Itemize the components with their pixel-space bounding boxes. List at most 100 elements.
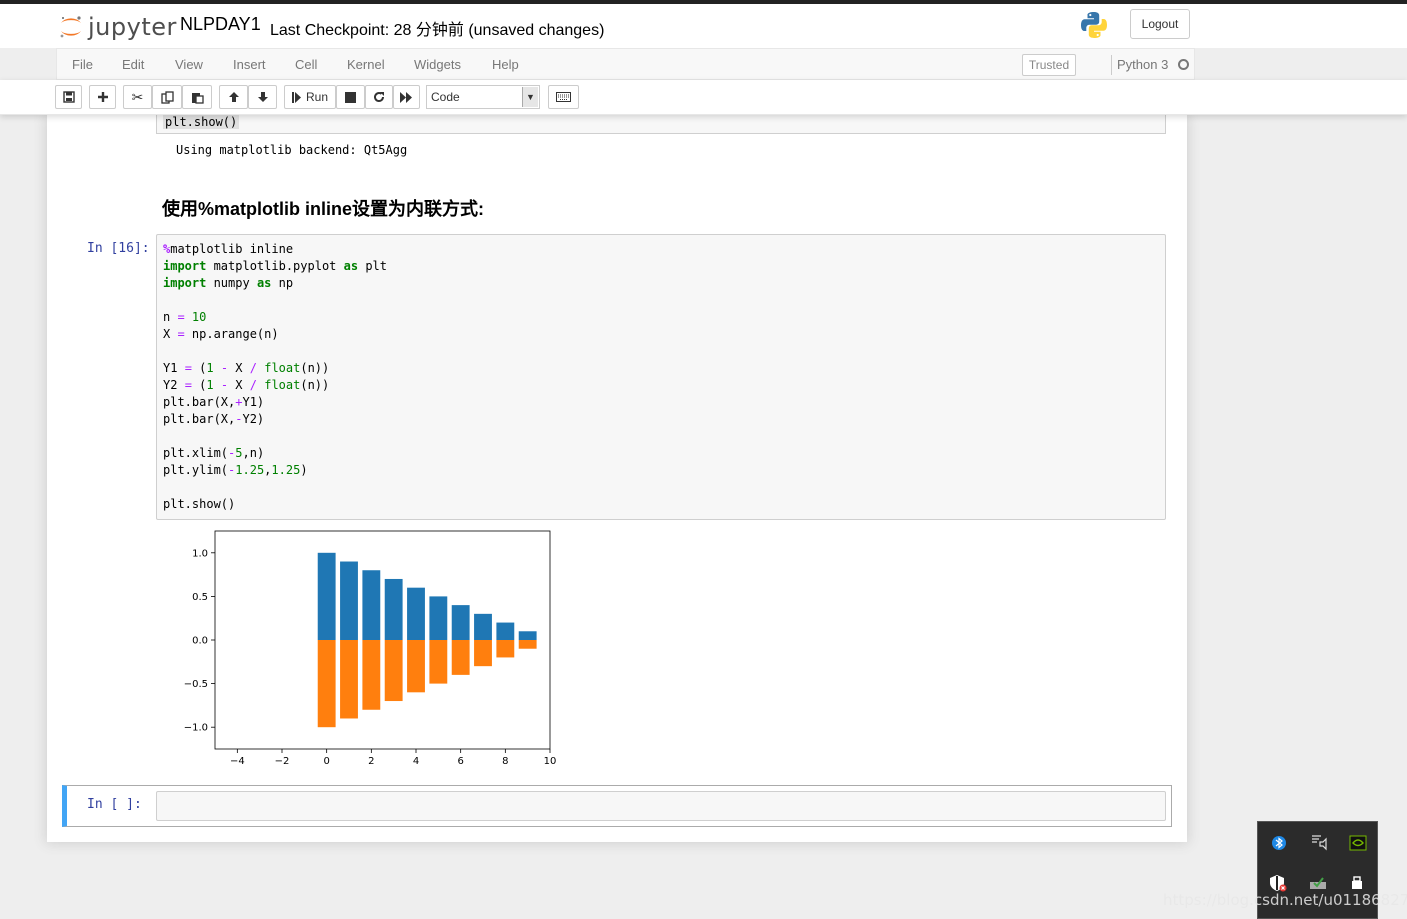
x-tick-label: 6 [457, 756, 463, 767]
bar-negative [340, 640, 358, 719]
empty-cell-input[interactable] [156, 791, 1166, 821]
bar-negative [429, 640, 448, 684]
code-editor[interactable]: %matplotlib inline import matplotlib.pypl… [163, 241, 387, 513]
logout-button[interactable]: Logout [1130, 9, 1190, 39]
y-tick-label: 0.0 [192, 636, 208, 647]
cut-button[interactable]: ✂ [123, 85, 152, 109]
bar-positive [362, 570, 381, 640]
menu-widgets[interactable]: Widgets [414, 57, 461, 72]
interrupt-button[interactable] [336, 85, 365, 109]
paste-button[interactable] [182, 85, 212, 109]
code-line: plt.xlim(-5,n) [163, 446, 265, 460]
menu-insert[interactable]: Insert [233, 57, 266, 72]
bar-positive [474, 613, 492, 640]
scissors-icon: ✂ [131, 88, 144, 105]
paste-icon [191, 92, 204, 104]
bar-negative [451, 640, 470, 675]
bar-positive [429, 596, 448, 640]
x-tick-label: 0 [323, 756, 329, 767]
code-line: plt.ylim(-1.25,1.25) [163, 463, 308, 477]
toolbar: ✂ Run Code ▼ [0, 80, 1407, 115]
copy-button[interactable] [152, 85, 182, 109]
move-up-button[interactable] [219, 85, 248, 109]
code-cell-input[interactable]: %matplotlib inline import matplotlib.pypl… [156, 234, 1166, 520]
bar-negative [362, 640, 381, 710]
nvidia-icon[interactable] [1349, 834, 1367, 852]
chevron-down-icon: ▼ [522, 87, 538, 107]
markdown-heading[interactable]: 使用%matplotlib inline设置为内联方式: [162, 195, 484, 221]
menu-file[interactable]: File [72, 57, 93, 72]
menu-kernel[interactable]: Kernel [347, 57, 385, 72]
keyboard-icon [556, 92, 571, 102]
y-tick-label: −0.5 [184, 679, 208, 690]
code-line: plt.bar(X,+Y1) [163, 395, 265, 409]
security-warning-icon[interactable] [1269, 874, 1287, 892]
cell-prompt: In [16]: [87, 241, 150, 256]
arrow-down-icon [257, 92, 268, 102]
code-line: import matplotlib.pyplot as plt [163, 259, 387, 273]
arrow-up-icon [228, 92, 239, 102]
cell-type-select[interactable]: Code ▼ [426, 85, 540, 109]
cell-type-value: Code [431, 90, 460, 104]
usb-device-icon[interactable] [1348, 874, 1366, 892]
bar-negative [518, 640, 537, 649]
copy-icon [160, 90, 174, 104]
save-button[interactable] [55, 85, 82, 109]
y-tick-label: −1.0 [184, 723, 208, 734]
x-tick-label: 10 [544, 756, 557, 767]
display-settings-icon[interactable] [1310, 833, 1328, 851]
plus-icon [97, 92, 108, 102]
code-line: n = 10 [163, 310, 207, 324]
bar-positive [496, 622, 515, 640]
x-tick-label: −2 [275, 756, 290, 767]
kernel-divider [1111, 55, 1112, 75]
kernel-idle-icon [1178, 59, 1189, 70]
x-tick-label: 4 [413, 756, 419, 767]
restart-button[interactable] [365, 85, 393, 109]
checkpoint-status: Last Checkpoint: 28 分钟前 (unsaved changes… [270, 22, 605, 39]
menu-help[interactable]: Help [492, 57, 519, 72]
empty-cell-prompt: In [ ]: [87, 797, 142, 812]
fast-forward-icon [400, 91, 412, 103]
watermark: https://blog.csdn.net/u011868279 [1163, 891, 1407, 909]
logo-text: jupyter [88, 13, 177, 41]
notebook-title[interactable]: NLPDAY1 [180, 14, 261, 35]
python-logo-icon [1081, 12, 1107, 38]
notebook-container: plt.show() Using matplotlib backend: Qt5… [47, 115, 1187, 842]
header: jupyter NLPDAY1 Last Checkpoint: 28 分钟前 … [0, 4, 1407, 48]
trusted-indicator[interactable]: Trusted [1022, 54, 1076, 76]
previous-code-tail: plt.show() [163, 115, 240, 129]
previous-code-cell[interactable]: plt.show() [156, 115, 1166, 134]
bar-negative [384, 640, 403, 702]
bar-positive [451, 605, 470, 640]
command-palette-button[interactable] [548, 85, 579, 109]
menubar: File Edit View Insert Cell Kernel Widget… [56, 48, 1195, 80]
run-label: Run [305, 90, 328, 104]
bar-positive [407, 587, 425, 640]
menu-view[interactable]: View [175, 57, 203, 72]
menu-cell[interactable]: Cell [295, 57, 317, 72]
bar-negative [407, 640, 425, 693]
run-button[interactable]: Run [284, 85, 336, 109]
y-tick-label: 0.5 [192, 592, 208, 603]
restart-icon [374, 92, 385, 103]
code-line: import numpy as np [163, 276, 294, 290]
bar-positive [384, 578, 403, 640]
move-down-button[interactable] [248, 85, 277, 109]
insert-cell-button[interactable] [89, 85, 116, 109]
restart-run-all-button[interactable] [393, 85, 420, 109]
code-line: Y2 = (1 - X / float(n)) [163, 378, 330, 392]
bluetooth-icon[interactable] [1270, 834, 1288, 852]
stop-icon [345, 91, 356, 103]
menu-edit[interactable]: Edit [122, 57, 144, 72]
code-line: plt.bar(X,-Y2) [163, 412, 265, 426]
bar-positive [340, 561, 358, 640]
y-tick-label: 1.0 [192, 548, 208, 559]
jupyter-logo[interactable]: jupyter [58, 10, 177, 44]
bar-negative [474, 640, 492, 667]
save-icon [62, 91, 75, 103]
kernel-name[interactable]: Python 3 [1117, 57, 1168, 72]
